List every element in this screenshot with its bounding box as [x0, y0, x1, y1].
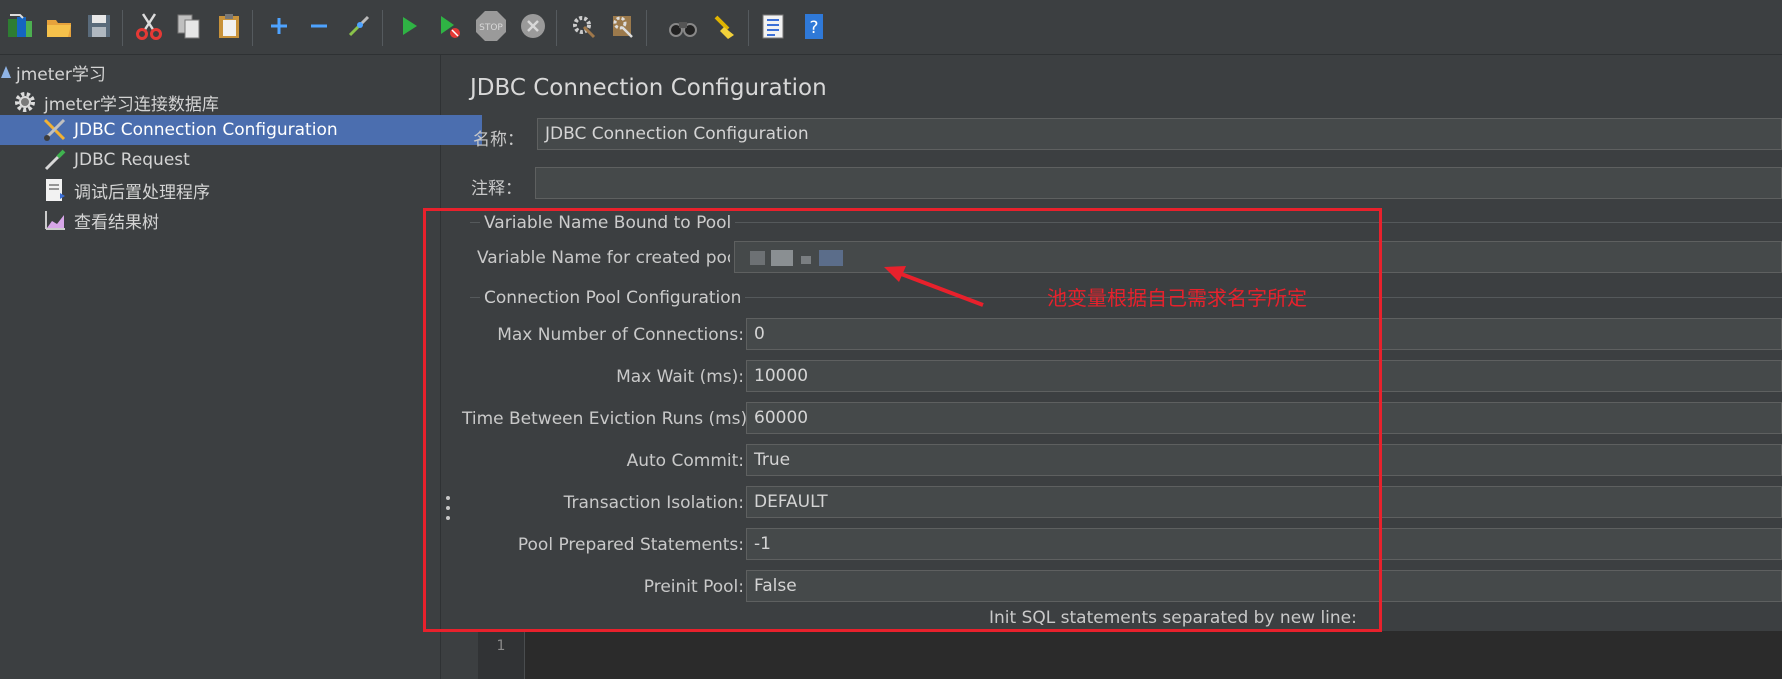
tree-node-view-results-tree[interactable]: 查看结果树 [0, 205, 482, 235]
section-title-bound: Variable Name Bound to Pool [480, 213, 736, 233]
test-plan-tree[interactable]: jmeter学习 jmeter学习连接数据库 JDBC Connection C… [0, 55, 482, 679]
new-template-icon[interactable] [2, 9, 36, 43]
tree-node-jdbc-connection-config[interactable]: JDBC Connection Configuration [0, 115, 482, 145]
stop-icon[interactable]: STOP [474, 9, 508, 43]
open-folder-icon[interactable] [42, 9, 76, 43]
tree-node-label: JDBC Request [74, 150, 190, 170]
auto-commit-select[interactable]: True [746, 444, 1782, 476]
toolbar: STOP ? [0, 0, 1782, 55]
section-title-pool: Connection Pool Configuration [480, 288, 746, 308]
max-connections-field[interactable]: 0 [746, 318, 1782, 350]
init-sql-editor[interactable]: 1 [478, 631, 1782, 679]
transaction-isolation-label: Transaction Isolation: [563, 493, 744, 513]
max-wait-field[interactable]: 10000 [746, 360, 1782, 392]
page-title: JDBC Connection Configuration [470, 75, 827, 101]
function-helper-icon[interactable] [756, 9, 790, 43]
shutdown-icon[interactable] [516, 9, 550, 43]
sampler-pipette-icon [42, 147, 68, 173]
tree-node-label: 查看结果树 [74, 212, 159, 233]
svg-text:STOP: STOP [479, 23, 503, 33]
tree-node-debug-post-processor[interactable]: 调试后置处理程序 [0, 175, 482, 205]
cut-icon[interactable] [132, 9, 166, 43]
init-sql-label: Init SQL statements separated by new lin… [989, 608, 1357, 628]
collapse-icon[interactable] [302, 9, 336, 43]
tree-node-label: jmeter学习 [16, 64, 106, 85]
start-icon[interactable] [392, 9, 426, 43]
listener-chart-icon [42, 207, 68, 233]
line-number-gutter: 1 [478, 631, 525, 679]
comment-label: 注释： [471, 179, 522, 199]
max-connections-label: Max Number of Connections: [497, 325, 744, 345]
toggle-icon[interactable] [342, 9, 376, 43]
tree-node-thread-group[interactable]: jmeter学习连接数据库 [0, 87, 452, 117]
help-icon[interactable]: ? [796, 9, 830, 43]
eviction-runs-field[interactable]: 60000 [746, 402, 1782, 434]
transaction-isolation-select[interactable]: DEFAULT [746, 486, 1782, 518]
annotation-note: 池变量根据自己需求名字所定 [1047, 286, 1307, 310]
name-field[interactable]: JDBC Connection Configuration [537, 118, 1782, 150]
save-icon[interactable] [82, 9, 116, 43]
pool-prepared-statements-label: Pool Prepared Statements: [517, 535, 744, 555]
clear-icon[interactable] [566, 9, 600, 43]
thread-group-gear-icon [12, 89, 38, 115]
svg-text:?: ? [809, 18, 818, 38]
eviction-runs-label: Time Between Eviction Runs (ms): [462, 409, 753, 429]
tree-node-label: JDBC Connection Configuration [74, 120, 338, 140]
auto-commit-label: Auto Commit: [626, 451, 744, 471]
comment-field[interactable] [535, 167, 1782, 199]
name-label: 名称： [473, 130, 524, 150]
post-processor-icon [42, 177, 68, 203]
expand-icon[interactable] [262, 9, 296, 43]
test-plan-icon [0, 59, 14, 85]
max-wait-label: Max Wait (ms): [616, 367, 744, 387]
paste-icon[interactable] [212, 9, 246, 43]
pool-prepared-statements-field[interactable]: -1 [746, 528, 1782, 560]
preinit-pool-label: Preinit Pool: [643, 577, 744, 597]
pool-variable-field[interactable] [734, 241, 1782, 273]
splitter-handle[interactable] [446, 496, 450, 520]
tree-node-label: jmeter学习连接数据库 [44, 94, 219, 115]
copy-icon[interactable] [172, 9, 206, 43]
tree-node-label: 调试后置处理程序 [74, 182, 210, 203]
pool-variable-label: Variable Name for created pool [477, 248, 730, 268]
search-icon[interactable] [666, 9, 700, 43]
reset-search-icon[interactable] [708, 9, 742, 43]
config-panel: JDBC Connection Configuration 名称： JDBC C… [452, 55, 1782, 679]
tree-node-test-plan[interactable]: jmeter学习 [0, 57, 440, 87]
clear-all-icon[interactable] [606, 9, 640, 43]
tree-node-jdbc-request[interactable]: JDBC Request [0, 145, 482, 175]
config-element-icon [42, 117, 68, 143]
start-no-pause-icon[interactable] [432, 9, 466, 43]
preinit-pool-select[interactable]: False [746, 570, 1782, 602]
